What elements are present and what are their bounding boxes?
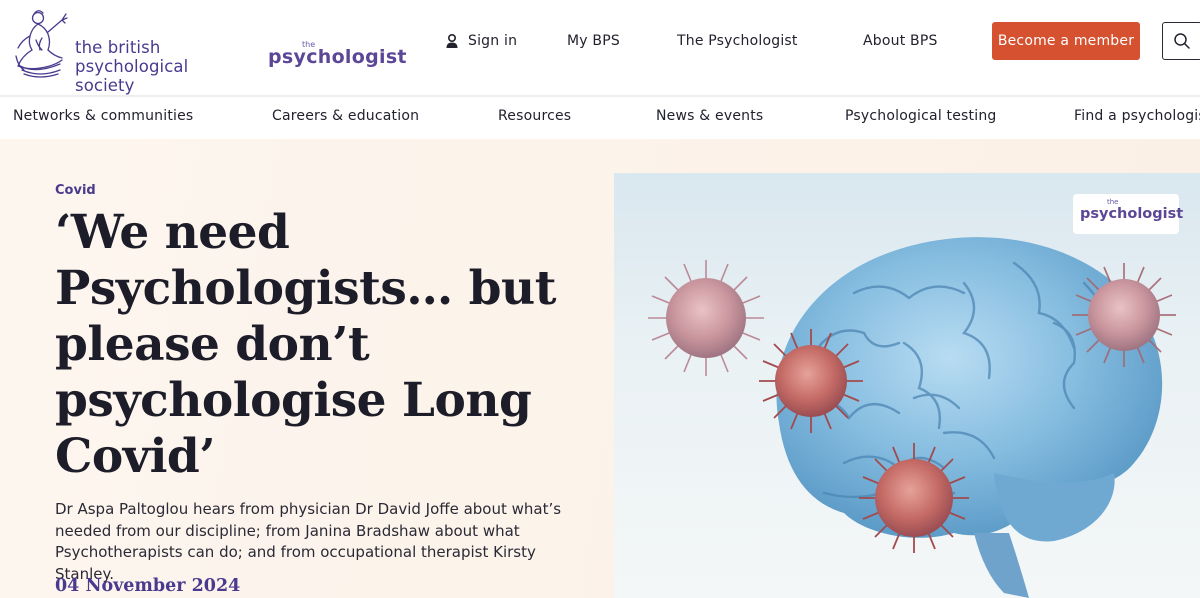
subnav-find-a-psychologist[interactable]: Find a psychologist [1074,108,1200,124]
article-date: 04 November 2024 [55,576,241,596]
bps-figure-logo [15,10,68,78]
secondary-nav: Networks & communities Careers & educati… [0,97,1200,139]
bps-logo-line2: psychological society [75,57,189,95]
article-category[interactable]: Covid [55,183,96,198]
subnav-resources[interactable]: Resources [498,108,571,124]
subnav-news-events[interactable]: News & events [656,108,763,124]
subnav-psychological-testing[interactable]: Psychological testing [845,108,997,124]
subnav-careers-education[interactable]: Careers & education [272,108,419,124]
badge-word: psychologist [1080,206,1184,222]
subnav-networks-communities[interactable]: Networks & communities [13,108,193,124]
search-button[interactable] [1162,22,1200,60]
image-psychologist-badge: the psychologist [1073,194,1183,234]
article-image: the psychologist [614,173,1200,598]
bps-logo[interactable]: the british psychological society [12,4,252,95]
nav-about-bps[interactable]: About BPS [863,33,938,49]
article-title: ‘We need Psychologists… but please don’t… [55,205,556,484]
search-icon [1174,33,1190,49]
the-psychologist-logo[interactable]: the psychologist [268,40,407,74]
user-icon [446,33,458,48]
become-member-button[interactable]: Become a member [992,22,1140,60]
nav-the-psychologist[interactable]: The Psychologist [677,33,798,49]
top-header: the british psychological society the ps… [0,0,1200,95]
badge-the: the [1107,198,1119,206]
sign-in-label: Sign in [468,33,518,49]
article-standfirst: Dr Aspa Paltoglou hears from physician D… [55,500,562,583]
sign-in-link[interactable]: Sign in [444,33,517,49]
bps-logo-text: the british psychological society [75,38,252,95]
brain-virus-illustration [648,237,1176,598]
article-hero: Covid ‘We need Psychologists… but please… [0,139,1200,598]
bps-logo-line1: the british [75,38,161,57]
nav-my-bps[interactable]: My BPS [567,33,620,49]
psy-logo-word: psychologist [268,46,407,68]
